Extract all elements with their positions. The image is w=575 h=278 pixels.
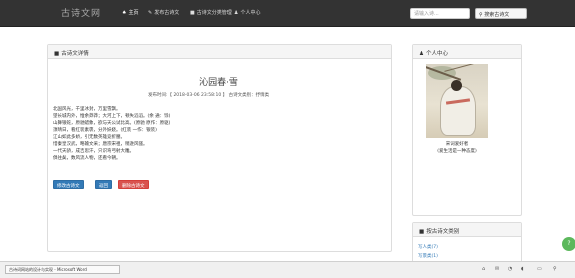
poem-line: 北国风光，千里冰封，万里雪飘。	[53, 107, 121, 112]
tray-search-icon[interactable]: ⚲	[553, 266, 557, 272]
category-link[interactable]: 写人类(7)	[418, 244, 438, 250]
search-input[interactable]: 请输入诗...	[410, 8, 470, 19]
panel-title: 个人中心	[425, 51, 448, 57]
nav-item-category-manage[interactable]: ■ 古诗文分类管理	[190, 9, 232, 16]
panel-title: 按古诗文类别	[426, 229, 460, 235]
top-navbar: 古诗文网 ♠ 主页 ✎ 发布古诗文 ■ 古诗文分类管理 ♟ 个人中心 请输入诗... ⚲…	[0, 0, 575, 27]
user-icon: ♟	[234, 10, 239, 16]
nav-item-publish[interactable]: ✎ 发布古诗文	[148, 9, 179, 16]
edit-poem-button[interactable]: 修改古诗文	[53, 180, 84, 189]
poem-line: 望长城内外，惟余莽莽；大河上下，顿失滔滔。(余 通：馀)	[53, 114, 171, 119]
search-button[interactable]: ⚲ 搜索古诗文	[475, 8, 527, 19]
help-icon[interactable]: ?	[562, 237, 575, 251]
nav-item-profile[interactable]: ♟ 个人中心	[234, 9, 261, 16]
back-button[interactable]: 返回	[95, 180, 112, 189]
poem-line: 江山如此多娇，引无数英雄竞折腰。	[53, 135, 125, 140]
profile-caption: 宋词爱好者	[445, 142, 469, 147]
poem-title: 沁园春·雪	[199, 78, 238, 88]
poem-line: 一代天骄，成吉思汗，只识弯弓射大雕。	[53, 149, 134, 154]
pencil-icon: ✎	[148, 10, 153, 16]
list-icon: ■	[190, 10, 195, 16]
home-icon: ♠	[122, 10, 127, 16]
poem-line: 俱往矣，数风流人物，还看今朝。	[53, 156, 121, 161]
poem-meta: 发布时间:【 2018-03-06 23:58:10 】 古诗文类别：抒情类	[148, 93, 270, 98]
nav-item-home[interactable]: ♠ 主页	[122, 9, 139, 16]
grid-icon: ■	[54, 51, 60, 57]
tray-network-icon[interactable]: ⌂	[482, 266, 485, 272]
poem-line: 惜秦皇汉武，略输文采；唐宗宋祖，稍逊风骚。	[53, 142, 148, 147]
nav-item-label: 发布古诗文	[154, 10, 180, 16]
poem-line: 须晴日，看红装素裹，分外妖娆。(红装 一作：银装)	[53, 128, 157, 133]
grid-icon: ■	[419, 229, 425, 235]
tray-volume-icon[interactable]: ◖	[521, 266, 524, 272]
tray-clock-icon[interactable]: ◔	[508, 266, 512, 272]
panel-heading: ■ 按古诗文类别	[413, 223, 521, 237]
panel-heading: ■ 古诗文详情	[48, 45, 391, 59]
category-link[interactable]: 写景类(1)	[418, 253, 438, 259]
tray-mail-icon[interactable]: ✉	[495, 266, 499, 272]
panel-heading: ♟ 个人中心	[413, 45, 521, 59]
profile-motto: (爱生活是一种态度)	[437, 149, 477, 154]
nav-item-label: 个人中心	[240, 10, 261, 16]
user-icon: ♟	[419, 51, 424, 57]
nav-item-label: 主页	[128, 10, 139, 16]
tray-display-icon[interactable]: ▭	[537, 266, 542, 272]
poem-line: 山舞银蛇，原驰蜡象，欲与天公试比高。(原驰 原作：原驱)	[53, 121, 171, 126]
nav-item-label: 古诗文分类管理	[196, 10, 232, 16]
search-button-label: 搜索古诗文	[484, 12, 510, 18]
delete-poem-button[interactable]: 删除古诗文	[118, 180, 149, 189]
brand-logo[interactable]: 古诗文网	[61, 6, 101, 19]
os-taskbar: 古诗词网站的设计与实现 - Microsoft Word ⌂ ✉ ◔ ◖ ▭ ⚲	[0, 261, 575, 278]
taskbar-app-word[interactable]: 古诗词网站的设计与实现 - Microsoft Word	[5, 265, 120, 274]
profile-image	[426, 64, 488, 138]
panel-title: 古诗文详情	[61, 51, 89, 57]
